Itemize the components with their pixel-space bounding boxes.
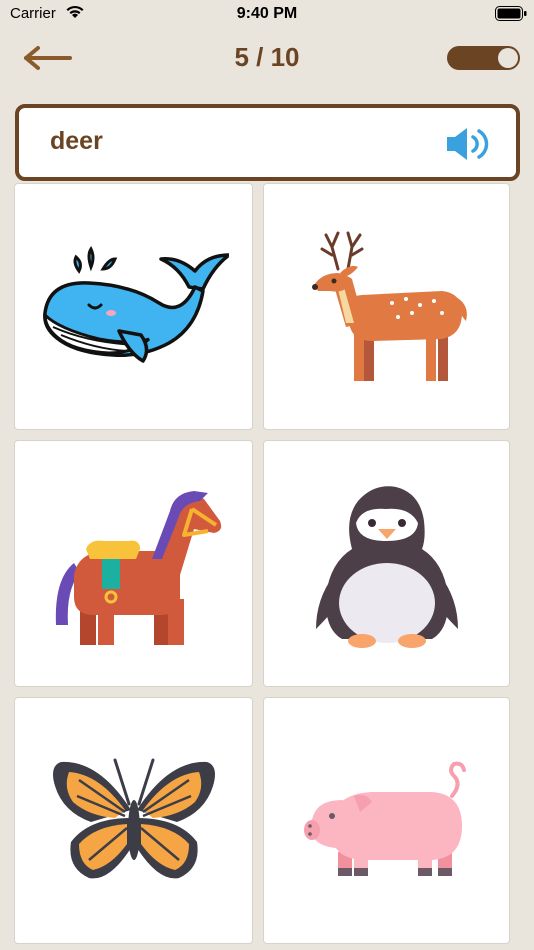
status-bar: Carrier 9:40 PM	[0, 0, 534, 30]
target-word: deer	[50, 127, 103, 155]
penguin-icon	[315, 485, 458, 648]
choice-card-pig[interactable]	[263, 697, 510, 944]
choice-card-butterfly[interactable]	[14, 697, 253, 944]
clock: 9:40 PM	[236, 5, 298, 22]
speaker-icon	[447, 128, 489, 160]
choice-card-whale[interactable]	[14, 183, 253, 430]
deer-icon	[311, 231, 467, 381]
whale-icon	[42, 245, 229, 363]
toggle-knob	[498, 48, 518, 68]
butterfly-icon	[52, 758, 215, 878]
choice-card-deer[interactable]	[263, 183, 510, 430]
mode-toggle[interactable]	[447, 46, 520, 70]
choice-card-horse[interactable]	[14, 440, 253, 687]
word-prompt-box: deer	[15, 104, 520, 181]
speaker-button[interactable]	[443, 124, 491, 164]
choice-card-penguin[interactable]	[263, 440, 510, 687]
top-nav: 5 / 10	[0, 36, 534, 80]
horse-icon	[55, 490, 221, 645]
battery-icon	[495, 6, 527, 27]
pig-icon	[303, 761, 466, 876]
